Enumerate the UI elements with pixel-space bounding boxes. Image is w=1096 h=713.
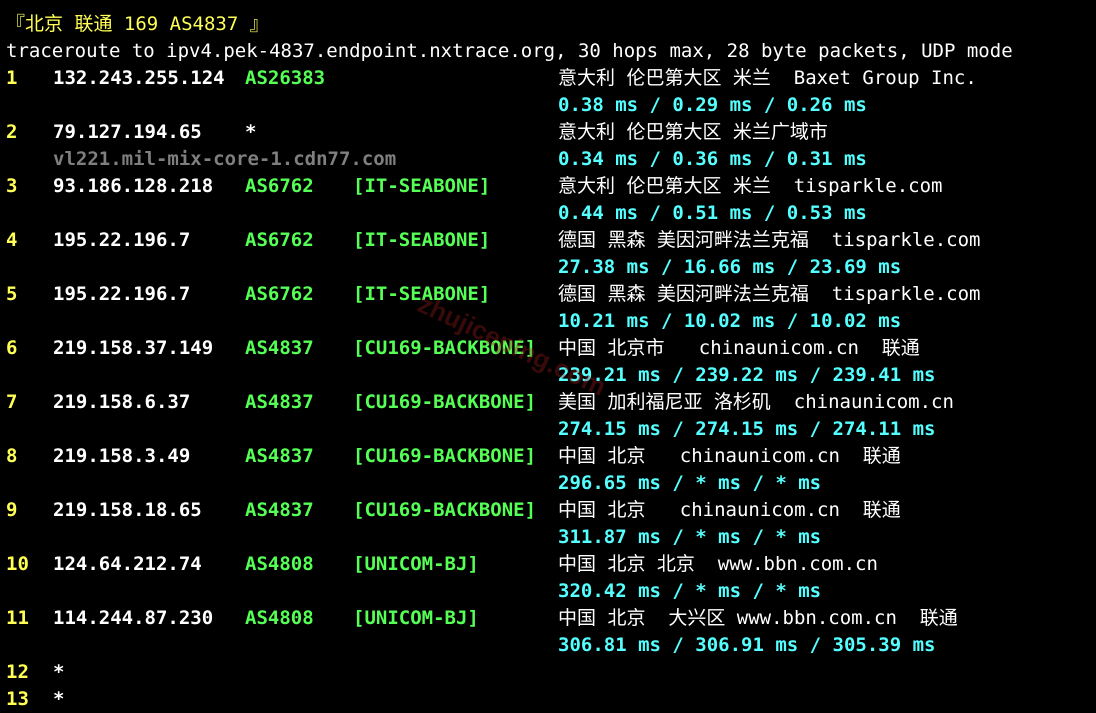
hop-ip: 219.158.37.149 [53, 337, 214, 359]
hop-number: 8 [6, 445, 18, 467]
hop-asn: AS4837 [245, 337, 314, 359]
hop-latency: 27.38 ms / 16.66 ms / 23.69 ms [558, 256, 902, 278]
hop-ip: 219.158.6.37 [53, 391, 191, 413]
hop-number: 5 [6, 283, 18, 305]
hop-number: 9 [6, 499, 18, 521]
hop-timeout-mark: * [53, 661, 65, 683]
terminal-window[interactable]: 『北京 联通 169 AS4837 』 traceroute to ipv4.p… [0, 0, 1096, 710]
hop-ip: 114.244.87.230 [53, 607, 214, 629]
hop-asn: AS6762 [245, 175, 314, 197]
hop-rdns: vl221.mil-mix-core-1.cdn77.com [53, 148, 397, 170]
hop-ip: 219.158.3.49 [53, 445, 191, 467]
hop-tag: [CU169-BACKBONE] [353, 445, 537, 467]
hop-latency: 239.21 ms / 239.22 ms / 239.41 ms [558, 364, 936, 386]
hop-row: 10 124.64.212.74 AS4808 [UNICOM-BJ] 中国 北京 北京… [6, 551, 1086, 578]
hop-detail-row: 0.38 ms / 0.29 ms / 0.26 ms [6, 92, 1086, 119]
hop-number: 10 [6, 553, 29, 575]
hop-row: 7 219.158.6.37 AS4837 [CU169-BACKBONE] 美国 加利… [6, 389, 1086, 416]
hop-geo: 意大利 伦巴第大区 米兰广域市 [558, 121, 828, 143]
hop-number: 6 [6, 337, 18, 359]
hop-number: 7 [6, 391, 18, 413]
hop-detail-row: 306.81 ms / 306.91 ms / 305.39 ms [6, 632, 1086, 659]
hop-detail-row: 27.38 ms / 16.66 ms / 23.69 ms [6, 254, 1086, 281]
hop-row: 5 195.22.196.7 AS6762 [IT-SEABONE] 德国 黑森 美因河… [6, 281, 1086, 308]
hop-row: 3 93.186.128.218 AS6762 [IT-SEABONE] 意大利 伦巴第… [6, 173, 1086, 200]
hop-number: 2 [6, 121, 18, 143]
hop-ip: 93.186.128.218 [53, 175, 214, 197]
hop-latency: 0.38 ms / 0.29 ms / 0.26 ms [558, 94, 867, 116]
hop-timeout-row: 13 * [6, 686, 206, 713]
hop-detail-row: 311.87 ms / * ms / * ms [6, 524, 1086, 551]
hop-row: 4 195.22.196.7 AS6762 [IT-SEABONE] 德国 黑森 美因河… [6, 227, 1086, 254]
hop-geo: 中国 北京 大兴区 www.bbn.com.cn 联通 [558, 607, 958, 629]
hop-geo: 意大利 伦巴第大区 米兰 Baxet Group Inc. [558, 67, 977, 89]
hop-number: 4 [6, 229, 18, 251]
hop-geo: 中国 北京市 chinaunicom.cn 联通 [558, 337, 920, 359]
hop-tag: [IT-SEABONE] [353, 229, 491, 251]
hop-ip: 79.127.194.65 [53, 121, 202, 143]
hop-latency: 320.42 ms / * ms / * ms [558, 580, 822, 602]
hop-latency: 0.34 ms / 0.36 ms / 0.31 ms [558, 148, 867, 170]
hop-tag: [IT-SEABONE] [353, 175, 491, 197]
hop-asn: AS4837 [245, 499, 314, 521]
hop-ip: 195.22.196.7 [53, 283, 191, 305]
hop-ip: 195.22.196.7 [53, 229, 191, 251]
hop-detail-row: 320.42 ms / * ms / * ms [6, 578, 1086, 605]
header-title: 『北京 联通 169 AS4837 』 [6, 13, 269, 35]
hop-number: 12 [6, 661, 29, 683]
hop-detail-row: 296.65 ms / * ms / * ms [6, 470, 1086, 497]
hop-geo: 德国 黑森 美因河畔法兰克福 tisparkle.com [558, 283, 981, 305]
hop-tag: [CU169-BACKBONE] [353, 337, 537, 359]
hop-row: 1 132.243.255.124 AS26383 意大利 伦巴第大区 米兰 Baxe… [6, 65, 1086, 92]
hop-geo: 中国 北京 chinaunicom.cn 联通 [558, 499, 901, 521]
hop-asn: AS6762 [245, 283, 314, 305]
hop-latency: 296.65 ms / * ms / * ms [558, 472, 822, 494]
hop-tag: [UNICOM-BJ] [353, 607, 479, 629]
hop-ip: 219.158.18.65 [53, 499, 202, 521]
hop-latency: 306.81 ms / 306.91 ms / 305.39 ms [558, 634, 936, 656]
hop-latency: 0.44 ms / 0.51 ms / 0.53 ms [558, 202, 867, 224]
hop-asn: * [245, 121, 257, 143]
hop-tag: [CU169-BACKBONE] [353, 391, 537, 413]
hop-tag: [CU169-BACKBONE] [353, 499, 537, 521]
hop-asn: AS6762 [245, 229, 314, 251]
hop-geo: 意大利 伦巴第大区 米兰 tisparkle.com [558, 175, 943, 197]
hop-latency: 311.87 ms / * ms / * ms [558, 526, 822, 548]
hop-number: 13 [6, 688, 29, 710]
hop-ip: 124.64.212.74 [53, 553, 202, 575]
hop-asn: AS26383 [245, 67, 326, 89]
hop-detail-row: 0.44 ms / 0.51 ms / 0.53 ms [6, 200, 1086, 227]
hop-row: 9 219.158.18.65 AS4837 [CU169-BACKBONE] 中国 北… [6, 497, 1086, 524]
hop-row: 6 219.158.37.149 AS4837 [CU169-BACKBONE] 中国 … [6, 335, 1086, 362]
hop-geo: 德国 黑森 美因河畔法兰克福 tisparkle.com [558, 229, 981, 251]
hop-tag: [IT-SEABONE] [353, 283, 491, 305]
hop-timeout-mark: * [53, 688, 65, 710]
hop-asn: AS4808 [245, 607, 314, 629]
hop-asn: AS4837 [245, 445, 314, 467]
hop-number: 3 [6, 175, 18, 197]
hop-row: 11 114.244.87.230 AS4808 [UNICOM-BJ] 中国 北京 大… [6, 605, 1086, 632]
hop-tag: [UNICOM-BJ] [353, 553, 479, 575]
hop-geo: 中国 北京 北京 www.bbn.com.cn [558, 553, 878, 575]
hop-ip: 132.243.255.124 [53, 67, 225, 89]
hop-geo: 中国 北京 chinaunicom.cn 联通 [558, 445, 901, 467]
hop-timeout-row: 12 * [6, 659, 206, 686]
hop-geo: 美国 加利福尼亚 洛杉矶 chinaunicom.cn [558, 391, 954, 413]
hop-detail-row: 10.21 ms / 10.02 ms / 10.02 ms [6, 308, 1086, 335]
hop-detail-row: vl221.mil-mix-core-1.cdn77.com 0.34 ms / … [6, 146, 1086, 173]
hop-row: 2 79.127.194.65 * 意大利 伦巴第大区 米兰广域市 [6, 119, 1086, 146]
hop-detail-row: 274.15 ms / 274.15 ms / 274.11 ms [6, 416, 1086, 443]
hop-detail-row: 239.21 ms / 239.22 ms / 239.41 ms [6, 362, 1086, 389]
hop-row: 8 219.158.3.49 AS4837 [CU169-BACKBONE] 中国 北京… [6, 443, 1086, 470]
hop-latency: 10.21 ms / 10.02 ms / 10.02 ms [558, 310, 902, 332]
hop-asn: AS4808 [245, 553, 314, 575]
hop-number: 11 [6, 607, 29, 629]
hop-number: 1 [6, 67, 18, 89]
traceroute-command-line: traceroute to ipv4.pek-4837.endpoint.nxt… [6, 40, 1013, 62]
hop-latency: 274.15 ms / 274.15 ms / 274.11 ms [558, 418, 936, 440]
hop-asn: AS4837 [245, 391, 314, 413]
